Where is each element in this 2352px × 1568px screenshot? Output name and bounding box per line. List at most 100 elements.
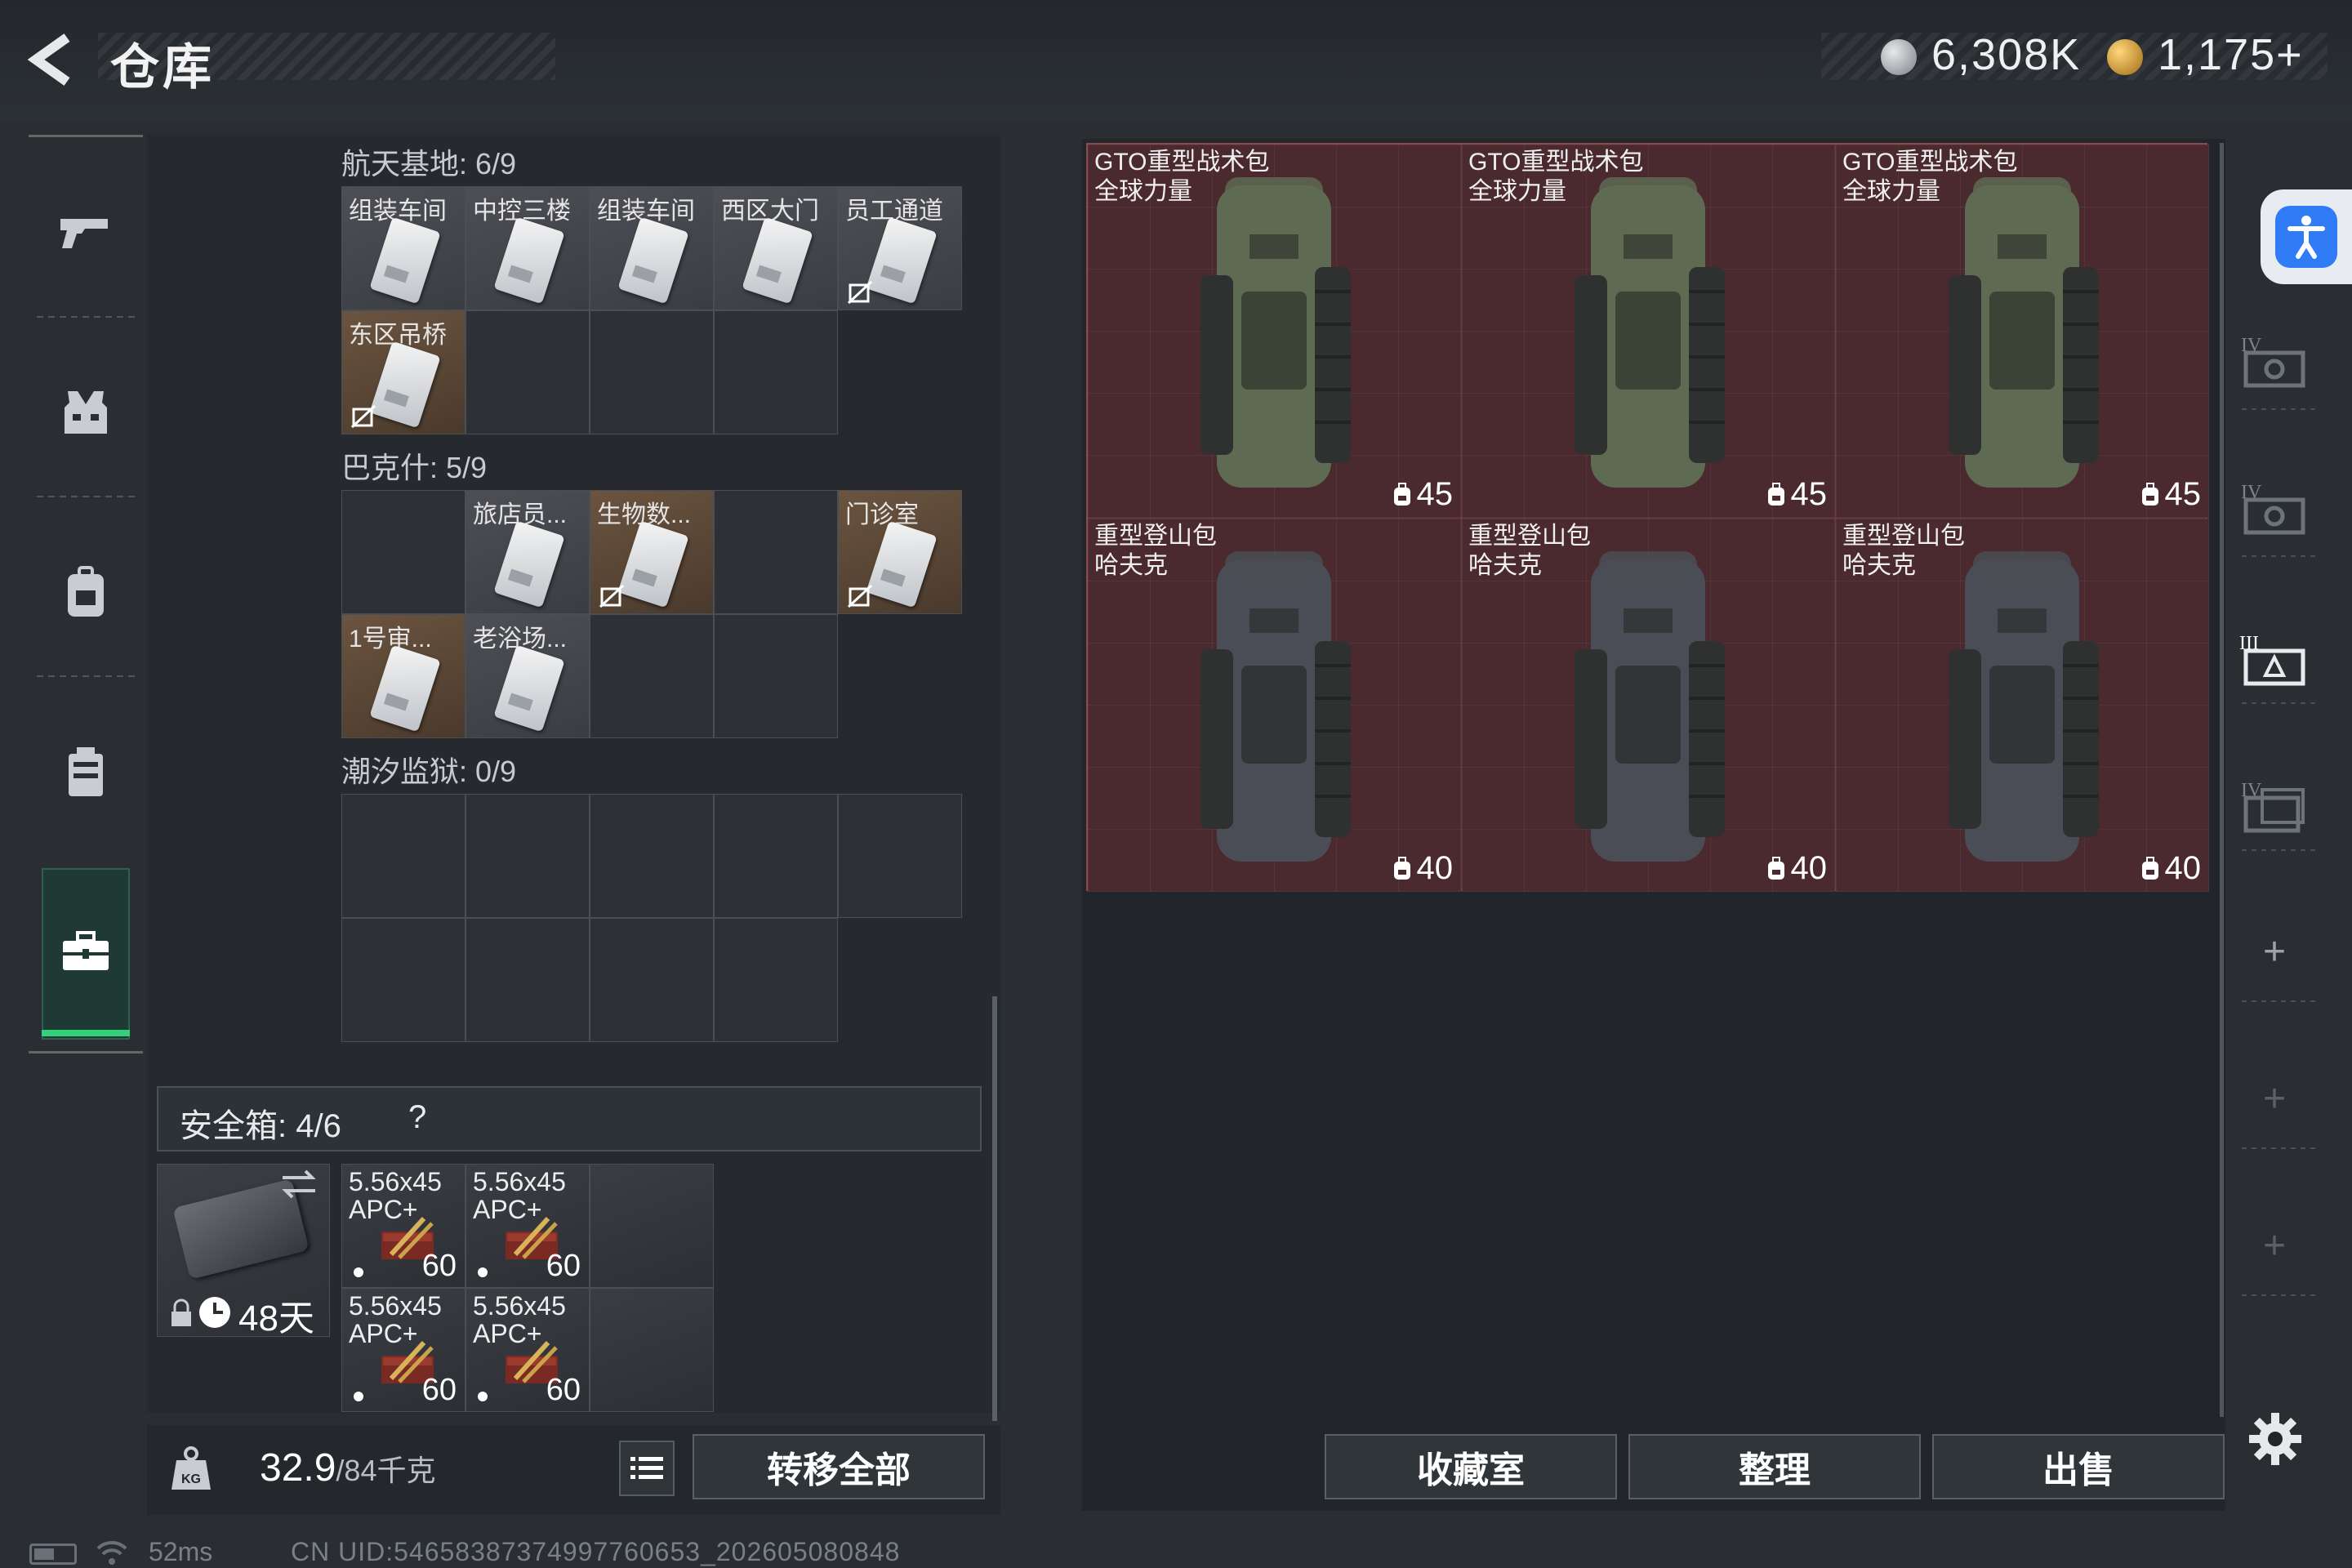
key-card-slot[interactable]: 中控三楼 xyxy=(466,186,590,310)
settings-button[interactable] xyxy=(2247,1411,2303,1467)
nav-item-armor[interactable] xyxy=(29,331,143,494)
stash-item-backpack[interactable]: GTO重型战术包 全球力量 45 xyxy=(1088,145,1461,518)
ammo-slot[interactable]: 5.56x45 APC+ 60 xyxy=(341,1164,466,1288)
backpack-model: GTO重型战术包 xyxy=(1094,149,1270,176)
ammo-count: 60 xyxy=(546,1249,581,1283)
key-card-slot[interactable]: 老浴场... xyxy=(466,614,590,738)
nav-bottom-divider xyxy=(29,1051,143,1054)
backpack-model: 重型登山包 xyxy=(1094,523,1217,550)
empty-safe-slot[interactable] xyxy=(590,1164,714,1288)
ammo-name: 5.56x45 APC+ xyxy=(473,1292,566,1348)
stash-item-backpack[interactable]: GTO重型战术包 全球力量 45 xyxy=(1836,145,2209,518)
empty-key-slot[interactable] xyxy=(590,794,714,918)
bound-item-icon xyxy=(599,584,625,608)
stash-tab-2[interactable]: IV xyxy=(2238,470,2311,543)
storage-scrollbar[interactable] xyxy=(992,996,997,1421)
ammo-type: APC+ xyxy=(349,1319,418,1348)
nav-item-chest-rig[interactable] xyxy=(29,690,143,853)
transfer-all-button[interactable]: 转移全部 xyxy=(693,1434,985,1499)
empty-key-slot[interactable] xyxy=(838,794,962,918)
key-card-image xyxy=(617,216,689,305)
stash-item-backpack[interactable]: 重型登山包 哈夫克 40 xyxy=(1462,519,1835,892)
backpack-name: GTO重型战术包 全球力量 xyxy=(1842,148,2017,207)
stash-tab-3-active[interactable]: III xyxy=(2238,621,2311,694)
add-tab-button[interactable]: + xyxy=(2238,1062,2311,1135)
backpack-name: 重型登山包 哈夫克 xyxy=(1094,522,1217,581)
ammo-slot[interactable]: 5.56x45 APC+ 60 xyxy=(466,1288,590,1412)
stash-tab-1[interactable]: IV xyxy=(2238,323,2311,396)
arrange-button[interactable]: 整理 xyxy=(1628,1434,1921,1499)
stash-scrollbar[interactable] xyxy=(2220,143,2224,1417)
bound-item-icon xyxy=(847,584,873,608)
key-card-slot[interactable]: 东区吊桥 xyxy=(341,310,466,434)
backpack-capacity: 40 xyxy=(2140,850,2201,887)
backpack-icon xyxy=(68,566,104,617)
empty-key-slot[interactable] xyxy=(714,310,838,434)
tab-divider xyxy=(2242,849,2315,851)
sell-button[interactable]: 出售 xyxy=(1932,1434,2225,1499)
ammo-dot-icon xyxy=(354,1392,363,1401)
empty-key-slot[interactable] xyxy=(590,614,714,738)
key-card-slot[interactable]: 生物数... xyxy=(590,490,714,614)
backpack-image xyxy=(1575,551,1725,862)
key-card-slot[interactable]: 组装车间 xyxy=(590,186,714,310)
key-grid: 旅店员... 生物数... 门诊室 1号审... 老浴场... xyxy=(341,490,962,738)
tab-divider xyxy=(2242,702,2315,704)
key-card-slot[interactable]: 组装车间 xyxy=(341,186,466,310)
key-group-label: 航天基地: 6/9 xyxy=(341,147,517,180)
empty-key-slot[interactable] xyxy=(341,918,466,1042)
empty-key-slot[interactable] xyxy=(466,310,590,434)
ammo-slot[interactable]: 5.56x45 APC+ 60 xyxy=(466,1164,590,1288)
tab-divider xyxy=(2242,1294,2315,1296)
capacity-bag-icon xyxy=(1767,482,1784,506)
empty-key-slot[interactable] xyxy=(590,310,714,434)
key-card-slot[interactable]: 旅店员... xyxy=(466,490,590,614)
backpack-capacity: 40 xyxy=(1392,850,1453,887)
silver-coin-icon xyxy=(1881,39,1917,75)
backpack-image xyxy=(1949,551,2099,862)
key-group-label: 巴克什: 5/9 xyxy=(341,451,488,484)
key-card-image xyxy=(369,216,441,305)
nav-item-toolbox[interactable] xyxy=(29,870,143,1033)
category-nav xyxy=(29,135,143,1054)
empty-key-slot[interactable] xyxy=(714,794,838,918)
ammo-slot[interactable]: 5.56x45 APC+ 60 xyxy=(341,1288,466,1412)
key-card-slot[interactable]: 门诊室 xyxy=(838,490,962,614)
stash-item-backpack[interactable]: 重型登山包 哈夫克 40 xyxy=(1836,519,2209,892)
capacity-value: 45 xyxy=(1790,476,1828,512)
capacity-value: 45 xyxy=(2164,476,2202,512)
capacity-bag-icon xyxy=(1393,856,1410,880)
empty-key-slot[interactable] xyxy=(341,794,466,918)
collection-room-button[interactable]: 收藏室 xyxy=(1325,1434,1617,1499)
empty-key-slot[interactable] xyxy=(590,918,714,1042)
key-card-slot[interactable]: 1号审... xyxy=(341,614,466,738)
tab-divider xyxy=(2242,1000,2315,1002)
nav-item-weapons[interactable] xyxy=(29,151,143,314)
back-button[interactable] xyxy=(24,31,82,88)
add-tab-button[interactable]: + xyxy=(2238,915,2311,988)
key-card-slot[interactable]: 西区大门 xyxy=(714,186,838,310)
stash-item-backpack[interactable]: 重型登山包 哈夫克 40 xyxy=(1088,519,1461,892)
empty-key-slot[interactable] xyxy=(714,614,838,738)
empty-key-slot[interactable] xyxy=(714,490,838,614)
empty-key-slot[interactable] xyxy=(714,918,838,1042)
nav-item-backpack[interactable] xyxy=(29,510,143,674)
empty-key-slot[interactable] xyxy=(466,918,590,1042)
capacity-bag-icon xyxy=(1393,482,1410,506)
backpack-name: 重型登山包 哈夫克 xyxy=(1468,522,1591,581)
ammo-dot-icon xyxy=(354,1267,363,1277)
empty-key-slot[interactable] xyxy=(466,794,590,918)
list-view-button[interactable] xyxy=(619,1441,675,1496)
gold-currency-value[interactable]: 1,175+ xyxy=(2158,29,2304,80)
empty-safe-slot[interactable] xyxy=(590,1288,714,1412)
capacity-value: 40 xyxy=(1790,850,1828,886)
stash-item-backpack[interactable]: GTO重型战术包 全球力量 45 xyxy=(1462,145,1835,518)
backpack-brand: 哈夫克 xyxy=(1468,552,1542,579)
storage-box-icon: IV xyxy=(2241,335,2305,388)
stash-tab-4[interactable]: IV xyxy=(2238,768,2311,841)
swap-icon[interactable] xyxy=(279,1168,318,1200)
add-tab-button[interactable]: + xyxy=(2238,1209,2311,1282)
key-card-slot[interactable]: 员工通道 xyxy=(838,186,962,310)
empty-key-slot[interactable] xyxy=(341,490,466,614)
safe-box-help-button[interactable]: ? xyxy=(408,1099,426,1136)
